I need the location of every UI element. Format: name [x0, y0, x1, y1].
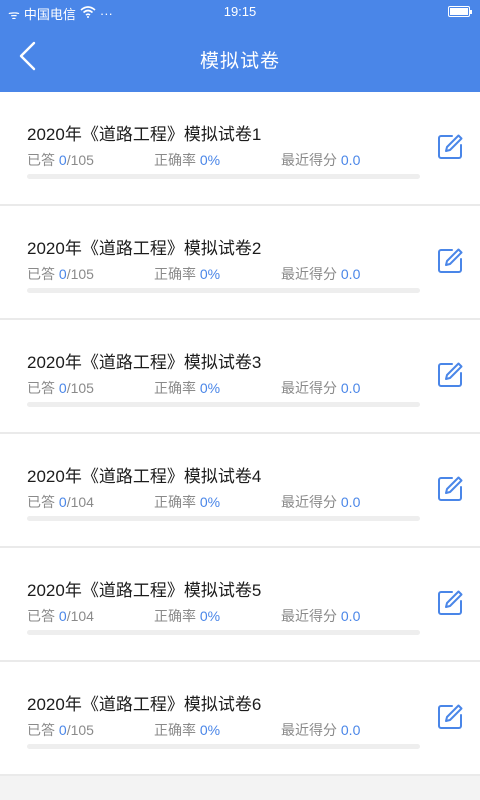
question-total: 105 — [70, 722, 94, 738]
accuracy-label: 正确率 — [154, 380, 196, 396]
battery-icon — [448, 6, 472, 17]
exam-list-item[interactable]: 2020年《道路工程》模拟试卷6 已答 0/105 正确率 0% 最近得分 0.0 — [0, 662, 480, 776]
exam-title: 2020年《道路工程》模拟试卷6 — [27, 695, 262, 714]
edit-icon — [436, 133, 464, 166]
progress-bar — [27, 630, 420, 635]
answered-count: 0 — [58, 494, 67, 510]
accuracy-value: 0% — [199, 152, 221, 168]
accuracy-stat: 正确率 0% — [154, 492, 220, 512]
question-total: 104 — [70, 608, 94, 624]
nav-bar: 模拟试卷 — [0, 24, 480, 92]
score-stat: 最近得分 0.0 — [281, 378, 360, 398]
accuracy-stat: 正确率 0% — [154, 378, 220, 398]
accuracy-label: 正确率 — [154, 494, 196, 510]
question-total: 105 — [70, 380, 94, 396]
accuracy-value: 0% — [199, 608, 221, 624]
page-title: 模拟试卷 — [199, 51, 280, 72]
exam-title: 2020年《道路工程》模拟试卷1 — [27, 125, 262, 144]
answered-count: 0 — [58, 608, 67, 624]
accuracy-label: 正确率 — [154, 152, 196, 168]
score-stat: 最近得分 0.0 — [281, 606, 360, 626]
battery-level — [450, 8, 468, 15]
answered-count: 0 — [58, 266, 67, 282]
edit-icon — [436, 703, 464, 736]
score-value: 0.0 — [340, 722, 361, 738]
score-value: 0.0 — [340, 608, 361, 624]
progress-bar — [27, 744, 420, 749]
progress-bar — [27, 516, 420, 521]
exam-list: 2020年《道路工程》模拟试卷1 已答 0/105 正确率 0% 最近得分 0.0 20… — [0, 92, 480, 776]
accuracy-label: 正确率 — [154, 266, 196, 282]
edit-button[interactable] — [434, 475, 466, 507]
score-value: 0.0 — [340, 494, 361, 510]
status-bar: ᯤ 中国电信 ··· 19:15 — [0, 0, 480, 24]
score-label: 最近得分 — [281, 380, 337, 396]
answered-label: 已答 — [27, 722, 55, 738]
answered-label: 已答 — [27, 266, 55, 282]
progress-bar — [27, 288, 420, 293]
exam-list-item[interactable]: 2020年《道路工程》模拟试卷1 已答 0/105 正确率 0% 最近得分 0.0 — [0, 92, 480, 206]
edit-icon — [436, 247, 464, 280]
accuracy-value: 0% — [199, 722, 221, 738]
accuracy-value: 0% — [199, 494, 221, 510]
score-label: 最近得分 — [281, 266, 337, 282]
question-total: 105 — [70, 266, 94, 282]
answered-count: 0 — [58, 152, 67, 168]
progress-bar — [27, 174, 420, 179]
edit-icon — [436, 475, 464, 508]
score-label: 最近得分 — [281, 152, 337, 168]
score-stat: 最近得分 0.0 — [281, 720, 360, 740]
question-total: 104 — [70, 494, 94, 510]
answered-label: 已答 — [27, 494, 55, 510]
edit-button[interactable] — [434, 703, 466, 735]
accuracy-stat: 正确率 0% — [154, 606, 220, 626]
score-label: 最近得分 — [281, 722, 337, 738]
score-value: 0.0 — [340, 380, 361, 396]
exam-list-item[interactable]: 2020年《道路工程》模拟试卷2 已答 0/105 正确率 0% 最近得分 0.0 — [0, 206, 480, 320]
edit-button[interactable] — [434, 247, 466, 279]
answered-label: 已答 — [27, 608, 55, 624]
exam-title: 2020年《道路工程》模拟试卷2 — [27, 239, 262, 258]
status-time: 19:15 — [223, 4, 257, 19]
answered-count: 0 — [58, 722, 67, 738]
answered-stat: 已答 0/105 — [27, 378, 94, 398]
exam-title: 2020年《道路工程》模拟试卷3 — [27, 353, 262, 372]
exam-list-item[interactable]: 2020年《道路工程》模拟试卷4 已答 0/104 正确率 0% 最近得分 0.0 — [0, 434, 480, 548]
score-label: 最近得分 — [281, 608, 337, 624]
question-total: 105 — [70, 152, 94, 168]
answered-stat: 已答 0/105 — [27, 720, 94, 740]
edit-icon — [436, 589, 464, 622]
accuracy-value: 0% — [199, 380, 221, 396]
accuracy-label: 正确率 — [154, 608, 196, 624]
edit-button[interactable] — [434, 133, 466, 165]
answered-label: 已答 — [27, 380, 55, 396]
accuracy-stat: 正确率 0% — [154, 150, 220, 170]
answered-stat: 已答 0/105 — [27, 264, 94, 284]
score-stat: 最近得分 0.0 — [281, 264, 360, 284]
edit-button[interactable] — [434, 361, 466, 393]
accuracy-label: 正确率 — [154, 722, 196, 738]
score-value: 0.0 — [340, 152, 361, 168]
progress-bar — [27, 402, 420, 407]
exam-title: 2020年《道路工程》模拟试卷5 — [27, 581, 262, 600]
accuracy-stat: 正确率 0% — [154, 720, 220, 740]
accuracy-stat: 正确率 0% — [154, 264, 220, 284]
answered-label: 已答 — [27, 152, 55, 168]
edit-icon — [436, 361, 464, 394]
score-label: 最近得分 — [281, 494, 337, 510]
answered-stat: 已答 0/105 — [27, 150, 94, 170]
answered-stat: 已答 0/104 — [27, 606, 94, 626]
score-stat: 最近得分 0.0 — [281, 492, 360, 512]
exam-title: 2020年《道路工程》模拟试卷4 — [27, 467, 262, 486]
accuracy-value: 0% — [199, 266, 221, 282]
exam-list-item[interactable]: 2020年《道路工程》模拟试卷5 已答 0/104 正确率 0% 最近得分 0.0 — [0, 548, 480, 662]
edit-button[interactable] — [434, 589, 466, 621]
answered-count: 0 — [58, 380, 67, 396]
answered-stat: 已答 0/104 — [27, 492, 94, 512]
score-stat: 最近得分 0.0 — [281, 150, 360, 170]
exam-list-item[interactable]: 2020年《道路工程》模拟试卷3 已答 0/105 正确率 0% 最近得分 0.0 — [0, 320, 480, 434]
score-value: 0.0 — [340, 266, 361, 282]
